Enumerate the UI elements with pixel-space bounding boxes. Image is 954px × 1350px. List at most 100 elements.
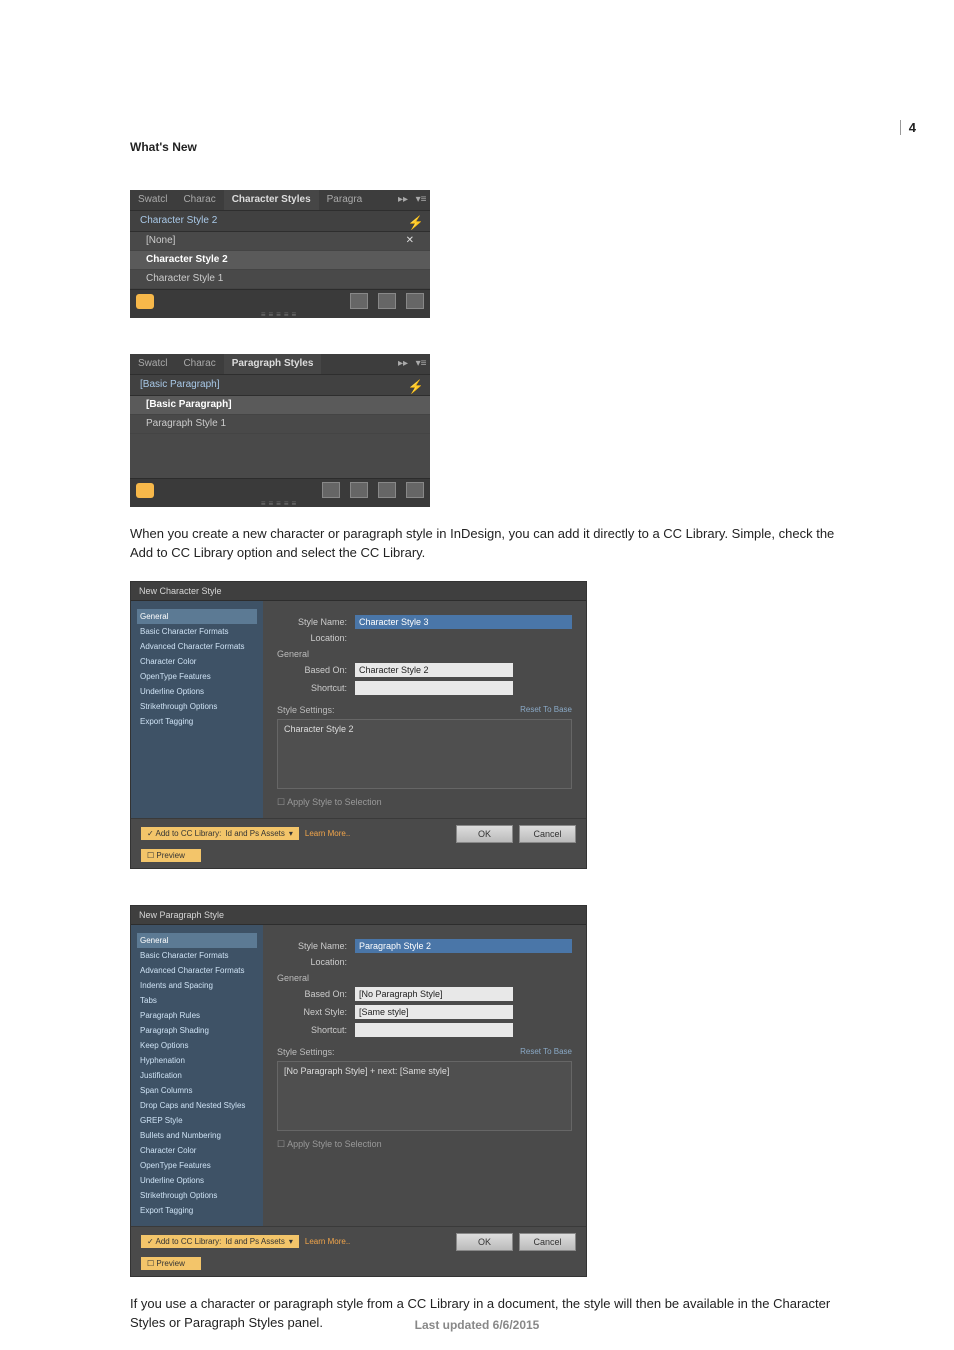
next-style-select[interactable]: [Same style] — [355, 1005, 513, 1019]
sidebar-item[interactable]: OpenType Features — [137, 669, 257, 684]
sidebar-item[interactable]: Paragraph Shading — [137, 1023, 257, 1038]
ok-button[interactable]: OK — [456, 1233, 513, 1251]
sidebar-item[interactable]: Justification — [137, 1068, 257, 1083]
sidebar-item[interactable]: Strikethrough Options — [137, 699, 257, 714]
panel-footer — [130, 289, 430, 312]
dialog-main: Style Name: Character Style 3 Location: … — [263, 601, 586, 818]
tab-swatches[interactable]: Swatcl — [130, 354, 175, 374]
drag-handle-icon[interactable]: ≡≡≡≡≡ — [130, 501, 430, 507]
tab-paragraph[interactable]: Paragra — [319, 190, 371, 210]
new-style-icon[interactable] — [378, 482, 396, 498]
tab-paragraph-styles[interactable]: Paragraph Styles — [224, 354, 322, 374]
sidebar-item[interactable]: Character Color — [137, 654, 257, 669]
preview-label: Preview — [156, 851, 184, 860]
sidebar-item[interactable]: Indents and Spacing — [137, 978, 257, 993]
sidebar-item[interactable]: Basic Character Formats — [137, 948, 257, 963]
style-item-none[interactable]: [None] ✕ — [130, 232, 430, 251]
collapse-icon[interactable]: ▸▸ — [394, 354, 412, 374]
collapse-icon[interactable]: ▸▸ — [394, 190, 412, 210]
add-lib-label: ✓ Add to CC Library: — [147, 1237, 221, 1246]
apply-to-selection-checkbox[interactable]: ☐ Apply Style to Selection — [277, 1139, 572, 1150]
shortcut-input[interactable] — [355, 681, 513, 695]
panel-menu-icon[interactable]: ▾≡ — [412, 354, 430, 374]
folder-icon[interactable] — [322, 482, 340, 498]
sidebar-item[interactable]: Strikethrough Options — [137, 1188, 257, 1203]
tab-swatches[interactable]: Swatcl — [130, 190, 175, 210]
style-name-input[interactable]: Paragraph Style 2 — [355, 939, 572, 953]
sidebar-item[interactable]: Export Tagging — [137, 1203, 257, 1218]
based-on-select[interactable]: [No Paragraph Style] — [355, 987, 513, 1001]
sidebar-item[interactable]: Underline Options — [137, 684, 257, 699]
style-name-input[interactable]: Character Style 3 — [355, 615, 572, 629]
sidebar-item-general[interactable]: General — [137, 609, 257, 624]
current-style-header: Character Style 2 ⚡ — [130, 211, 430, 232]
sidebar-item[interactable]: Paragraph Rules — [137, 1008, 257, 1023]
tab-character[interactable]: Charac — [175, 190, 223, 210]
add-to-cc-library-checkbox[interactable]: ✓ Add to CC Library: Id and Ps Assets ▾ — [141, 1235, 299, 1248]
sidebar-item[interactable]: Drop Caps and Nested Styles — [137, 1098, 257, 1113]
sidebar-item[interactable]: Export Tagging — [137, 714, 257, 729]
sidebar-item[interactable]: GREP Style — [137, 1113, 257, 1128]
sidebar-item-general[interactable]: General — [137, 933, 257, 948]
style-item-basic[interactable]: [Basic Paragraph] — [130, 396, 430, 415]
preview-checkbox[interactable]: ☐ Preview — [141, 1257, 201, 1270]
shortcut-label: Shortcut: — [277, 683, 347, 693]
dialog-bottom: ✓ Add to CC Library: Id and Ps Assets ▾ … — [131, 1226, 586, 1257]
tab-character[interactable]: Charac — [175, 354, 223, 374]
page-number: 4 — [900, 120, 916, 135]
cc-library-icon[interactable] — [136, 294, 154, 309]
based-on-select[interactable]: Character Style 2 — [355, 663, 513, 677]
add-to-cc-library-checkbox[interactable]: ✓ Add to CC Library: Id and Ps Assets ▾ — [141, 827, 299, 840]
trash-icon[interactable] — [406, 293, 424, 309]
body-paragraph: When you create a new character or parag… — [130, 525, 850, 563]
quick-apply-icon[interactable]: ⚡ — [408, 213, 424, 233]
list-item-label: [None] — [146, 235, 175, 246]
style-item[interactable]: Character Style 2 — [130, 251, 430, 270]
dialog-preview-row: ☐ Preview — [131, 1257, 586, 1276]
trash-icon[interactable] — [406, 482, 424, 498]
ok-button[interactable]: OK — [456, 825, 513, 843]
learn-more-link[interactable]: Learn More.. — [305, 829, 350, 838]
panel-footer — [130, 478, 430, 501]
panel-menu-icon[interactable]: ▾≡ — [412, 190, 430, 210]
dialog-title: New Character Style — [131, 582, 586, 601]
cc-library-icon[interactable] — [136, 483, 154, 498]
dialog-sidebar: General Basic Character Formats Advanced… — [131, 601, 263, 818]
style-item[interactable]: Paragraph Style 1 — [130, 415, 430, 434]
quick-apply-icon[interactable]: ⚡ — [408, 377, 424, 397]
sidebar-item[interactable]: Keep Options — [137, 1038, 257, 1053]
folder-icon[interactable] — [350, 293, 368, 309]
pilcrow-icon[interactable] — [350, 482, 368, 498]
sidebar-item[interactable]: Bullets and Numbering — [137, 1128, 257, 1143]
panel-tabs: Swatcl Charac Paragraph Styles ▸▸ ▾≡ — [130, 354, 430, 375]
sidebar-item[interactable]: Underline Options — [137, 1173, 257, 1188]
preview-checkbox[interactable]: ☐ Preview — [141, 849, 201, 862]
current-style-name: Character Style 2 — [140, 215, 217, 226]
apply-to-selection-checkbox[interactable]: ☐ Apply Style to Selection — [277, 797, 572, 808]
sidebar-item[interactable]: Tabs — [137, 993, 257, 1008]
new-style-icon[interactable] — [378, 293, 396, 309]
style-item[interactable]: Character Style 1 — [130, 270, 430, 289]
shortcut-input[interactable] — [355, 1023, 513, 1037]
add-lib-label: ✓ Add to CC Library: — [147, 829, 221, 838]
sidebar-item[interactable]: Advanced Character Formats — [137, 639, 257, 654]
preview-label: Preview — [156, 1259, 184, 1268]
sidebar-item[interactable]: Span Columns — [137, 1083, 257, 1098]
sidebar-item[interactable]: OpenType Features — [137, 1158, 257, 1173]
lib-select[interactable]: Id and Ps Assets — [225, 829, 285, 838]
sidebar-item[interactable]: Basic Character Formats — [137, 624, 257, 639]
dialog-sidebar: General Basic Character Formats Advanced… — [131, 925, 263, 1226]
tab-character-styles[interactable]: Character Styles — [224, 190, 319, 210]
cancel-button[interactable]: Cancel — [519, 1233, 576, 1251]
sidebar-item[interactable]: Hyphenation — [137, 1053, 257, 1068]
sidebar-item[interactable]: Character Color — [137, 1143, 257, 1158]
character-styles-panel: Swatcl Charac Character Styles Paragra ▸… — [130, 190, 430, 318]
reset-to-base-button[interactable]: Reset To Base — [520, 705, 572, 714]
section-header: General — [277, 973, 572, 983]
lib-select[interactable]: Id and Ps Assets — [225, 1237, 285, 1246]
learn-more-link[interactable]: Learn More.. — [305, 1237, 350, 1246]
cancel-button[interactable]: Cancel — [519, 825, 576, 843]
sidebar-item[interactable]: Advanced Character Formats — [137, 963, 257, 978]
dialog-preview-row: ☐ Preview — [131, 849, 586, 868]
reset-to-base-button[interactable]: Reset To Base — [520, 1047, 572, 1056]
